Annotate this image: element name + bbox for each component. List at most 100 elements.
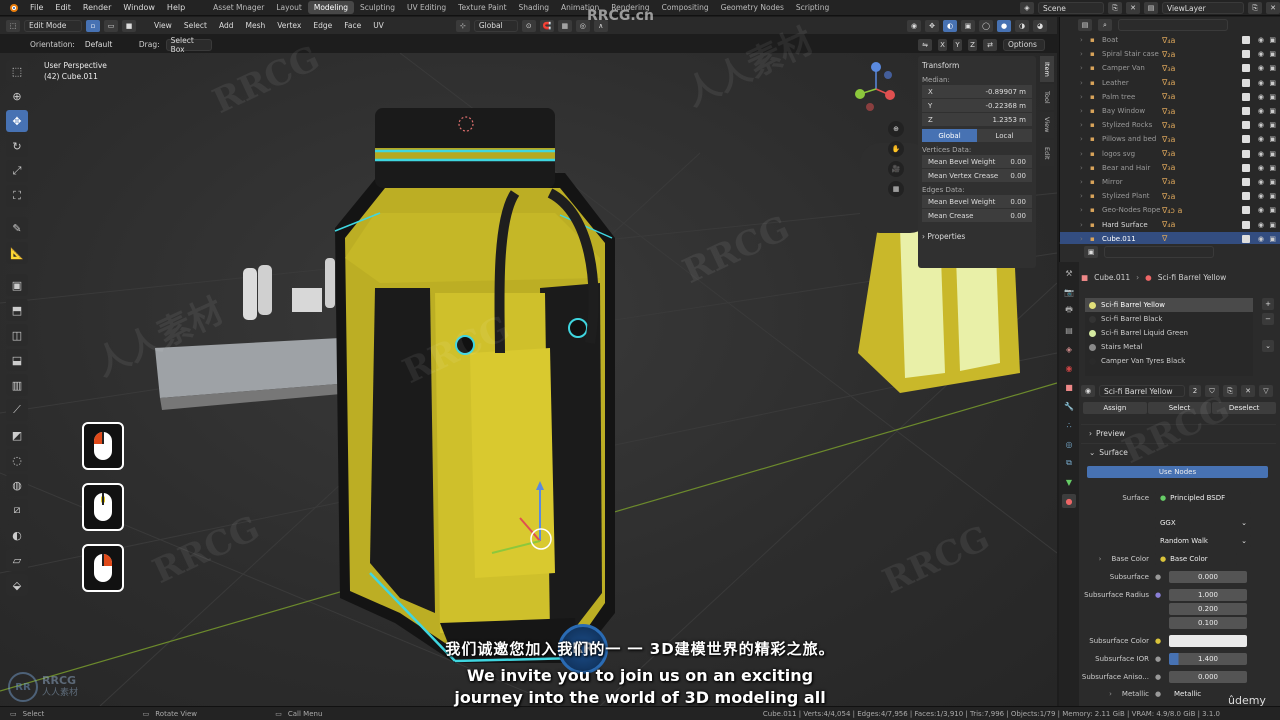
blender-logo-icon[interactable] bbox=[6, 2, 20, 14]
eye-icon[interactable]: ◉ bbox=[1258, 121, 1264, 129]
extrude-tool-icon[interactable]: ⬒ bbox=[6, 299, 28, 321]
camera-icon[interactable]: ▣ bbox=[1269, 79, 1276, 87]
eye-icon[interactable]: ◉ bbox=[1258, 107, 1264, 115]
rotate-tool-icon[interactable]: ↻ bbox=[6, 135, 28, 157]
exclude-checkbox[interactable] bbox=[1242, 135, 1250, 144]
wireframe-shading-icon[interactable]: ◯ bbox=[979, 19, 993, 32]
snap-icon[interactable]: 🧲 bbox=[539, 19, 554, 32]
camera-icon[interactable]: ▣ bbox=[1269, 107, 1276, 115]
exclude-checkbox[interactable] bbox=[1242, 121, 1250, 130]
mean-bevel-weight-vertex-field[interactable]: Mean Bevel Weight 0.00 bbox=[922, 155, 1032, 168]
eye-icon[interactable]: ◉ bbox=[1258, 150, 1264, 158]
camera-icon[interactable]: ▣ bbox=[1269, 50, 1276, 58]
select-button[interactable]: Select bbox=[1147, 402, 1212, 414]
outliner-item[interactable]: › ▪ Pillows and bed ∇₃a ◉ ▣ bbox=[1060, 132, 1280, 146]
tab-item[interactable]: Item bbox=[1040, 56, 1054, 82]
axis-x-toggle[interactable]: X bbox=[938, 38, 947, 51]
unlink-icon[interactable]: ✕ bbox=[1241, 385, 1255, 397]
3d-viewport[interactable]: User Perspective (42) Cube.011 ⊕ ✋ 🎥 ▦ bbox=[0, 53, 1057, 706]
properties-section-title[interactable]: › Properties bbox=[922, 230, 1032, 243]
output-tab-icon[interactable]: 🖶 bbox=[1062, 304, 1076, 318]
inset-tool-icon[interactable]: ◫ bbox=[6, 324, 28, 346]
camera-icon[interactable]: ▣ bbox=[1269, 64, 1276, 72]
edge-select-icon[interactable]: ▭ bbox=[104, 19, 118, 32]
properties-editor-icon[interactable]: ▣ bbox=[1084, 246, 1098, 258]
mirror-icon[interactable]: ⇋ bbox=[918, 38, 932, 51]
eye-icon[interactable]: ◉ bbox=[1258, 164, 1264, 172]
material-shading-icon[interactable]: ◑ bbox=[1015, 19, 1029, 32]
eye-icon[interactable]: ◉ bbox=[1258, 50, 1264, 58]
menu-add[interactable]: Add bbox=[215, 21, 238, 30]
chevron-right-icon[interactable]: › bbox=[1080, 235, 1090, 243]
menu-uv[interactable]: UV bbox=[369, 21, 388, 30]
constraints-tab-icon[interactable]: ⧉ bbox=[1062, 456, 1076, 470]
options-dropdown[interactable]: Options bbox=[1003, 38, 1045, 51]
camera-icon[interactable]: ▣ bbox=[1269, 135, 1276, 143]
tab-edit[interactable]: Edit bbox=[1040, 140, 1054, 166]
chevron-right-icon[interactable]: › bbox=[1080, 107, 1090, 115]
subsurface-radius-z[interactable]: 0.100 bbox=[1169, 617, 1247, 629]
chevron-down-icon[interactable]: ⌄ bbox=[1262, 340, 1274, 352]
use-nodes-button[interactable]: Use Nodes bbox=[1087, 466, 1268, 478]
gizmo-icon[interactable]: ✥ bbox=[925, 19, 939, 32]
tab-sculpting[interactable]: Sculpting bbox=[354, 1, 401, 14]
exclude-checkbox[interactable] bbox=[1242, 163, 1250, 172]
smooth-tool-icon[interactable]: ◍ bbox=[6, 474, 28, 496]
fake-user-shield-icon[interactable]: ⛉ bbox=[1205, 385, 1219, 397]
chevron-right-icon[interactable]: › bbox=[1080, 79, 1090, 87]
axis-y-toggle[interactable]: Y bbox=[953, 38, 962, 51]
scene-tab-icon[interactable]: ◈ bbox=[1062, 342, 1076, 356]
menu-view[interactable]: View bbox=[150, 21, 176, 30]
menu-select[interactable]: Select bbox=[180, 21, 211, 30]
filter-icon[interactable]: ⌕ bbox=[1098, 19, 1112, 31]
tab-compositing[interactable]: Compositing bbox=[656, 1, 715, 14]
chevron-right-icon[interactable]: › bbox=[1080, 206, 1090, 214]
drag-dropdown[interactable]: Select Box bbox=[165, 36, 212, 54]
eye-icon[interactable]: ◉ bbox=[1258, 192, 1264, 200]
copy-icon[interactable]: ⎘ bbox=[1108, 2, 1122, 14]
object-tab-icon[interactable]: ■ bbox=[1062, 380, 1076, 394]
menu-mesh[interactable]: Mesh bbox=[241, 21, 269, 30]
mean-vertex-crease-field[interactable]: Mean Vertex Crease 0.00 bbox=[922, 169, 1032, 182]
chevron-right-icon[interactable]: › bbox=[1080, 93, 1090, 101]
chevron-right-icon[interactable]: › bbox=[1080, 135, 1090, 143]
exclude-checkbox[interactable] bbox=[1242, 50, 1250, 59]
transform-orientation-dropdown[interactable]: Global bbox=[473, 19, 518, 32]
scene-field[interactable]: Scene bbox=[1038, 2, 1104, 14]
tab-asset-manager[interactable]: Asset Mnager bbox=[207, 1, 270, 14]
subsurface-radius-y[interactable]: 0.200 bbox=[1169, 603, 1247, 615]
material-users-count[interactable]: 2 bbox=[1189, 385, 1201, 397]
camera-icon[interactable]: ▣ bbox=[1269, 93, 1276, 101]
distribution-dropdown[interactable]: GGX ⌄ bbox=[1155, 517, 1251, 529]
material-slot[interactable]: Camper Van Tyres Black bbox=[1085, 354, 1253, 368]
menu-edge[interactable]: Edge bbox=[309, 21, 336, 30]
material-tab-icon[interactable]: ● bbox=[1062, 494, 1076, 508]
menu-window[interactable]: Window bbox=[117, 3, 161, 12]
exclude-checkbox[interactable] bbox=[1242, 107, 1250, 116]
median-y-field[interactable]: Y -0.22368 m bbox=[922, 99, 1032, 112]
loop-cut-tool-icon[interactable]: ▥ bbox=[6, 374, 28, 396]
camera-icon[interactable]: ▣ bbox=[1269, 121, 1276, 129]
link-filter-icon[interactable]: ▽ bbox=[1259, 385, 1273, 397]
display-mode-icon[interactable]: ▤ bbox=[1078, 19, 1092, 31]
properties-search-input[interactable] bbox=[1104, 246, 1214, 258]
orientation-dropdown[interactable]: Default bbox=[81, 39, 133, 51]
outliner-item[interactable]: › ▪ Bay Window ∇₃a ◉ ▣ bbox=[1060, 104, 1280, 118]
outliner-item[interactable]: › ▪ Hard Surface ∇₄a ◉ ▣ bbox=[1060, 217, 1280, 231]
pan-hand-icon[interactable]: ✋ bbox=[888, 141, 904, 157]
measure-tool-icon[interactable]: 📐 bbox=[6, 242, 28, 264]
chevron-right-icon[interactable]: › bbox=[1080, 64, 1090, 72]
preview-section[interactable]: › Preview bbox=[1081, 424, 1276, 442]
surface-shader-field[interactable]: ● Principled BSDF bbox=[1155, 492, 1251, 504]
poly-build-tool-icon[interactable]: ◩ bbox=[6, 424, 28, 446]
outliner-item[interactable]: › ▪ Bear and Hair ∇₃a ◉ ▣ bbox=[1060, 161, 1280, 175]
local-button[interactable]: Local bbox=[977, 129, 1032, 142]
camera-icon[interactable]: ▣ bbox=[1269, 164, 1276, 172]
camera-icon[interactable]: ▣ bbox=[1269, 221, 1276, 229]
exclude-checkbox[interactable] bbox=[1242, 64, 1250, 73]
remove-slot-icon[interactable]: − bbox=[1262, 313, 1274, 325]
cursor-tool-icon[interactable]: ⊕ bbox=[6, 85, 28, 107]
chevron-right-icon[interactable]: › bbox=[1080, 36, 1090, 44]
outliner-item[interactable]: › ▪ Stylized Plant ∇₂a ◉ ▣ bbox=[1060, 189, 1280, 203]
outliner-item[interactable]: › ▪ Boat ∇₄a ◉ ▣ bbox=[1060, 33, 1280, 47]
